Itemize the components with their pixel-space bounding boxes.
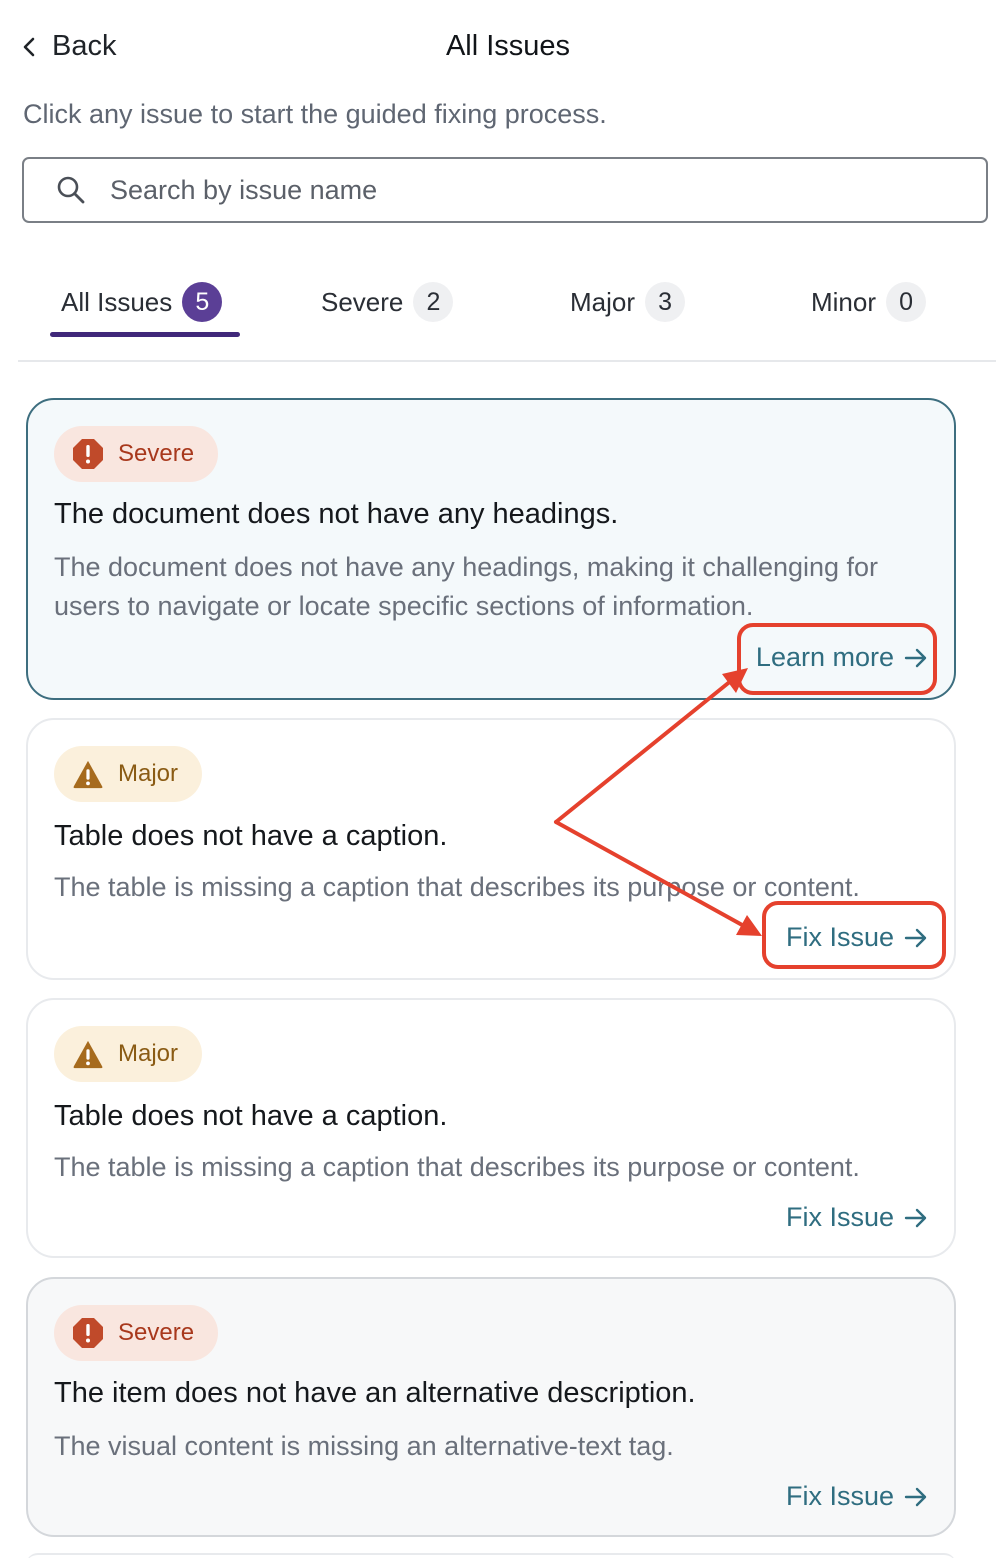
arrow-right-icon <box>904 928 927 947</box>
issue-title: Table does not have a caption. <box>54 820 448 852</box>
severity-badge-severe: Severe <box>54 1305 219 1361</box>
tab-label: All Issues <box>61 286 173 317</box>
tab-count-badge: 5 <box>182 282 223 322</box>
tab-all-issues[interactable]: All Issues 5 <box>61 282 223 322</box>
search-icon <box>56 175 86 205</box>
search-box <box>22 157 988 223</box>
next-issue-card-edge <box>26 1553 956 1558</box>
severity-badge-major: Major <box>54 1026 203 1082</box>
issue-description: The document does not have any headings,… <box>54 552 879 621</box>
triangle-warning-icon <box>72 758 104 790</box>
severity-tabs: All Issues 5 Severe 2 Major 3 Minor 0 <box>18 262 996 362</box>
arrow-right-icon <box>904 648 927 667</box>
link-label: Fix Issue <box>785 1202 894 1232</box>
octagon-alert-icon <box>72 438 104 470</box>
issue-card[interactable]: Major Table does not have a caption. The… <box>26 998 956 1258</box>
search-input[interactable] <box>108 173 986 207</box>
issue-description: The table is missing a caption that desc… <box>54 872 860 902</box>
severity-label: Severe <box>118 440 195 467</box>
severity-label: Major <box>118 1040 179 1067</box>
issue-card[interactable]: Major Table does not have a caption. The… <box>26 718 956 980</box>
fix-issue-link[interactable]: Fix Issue <box>786 1202 928 1233</box>
tab-major[interactable]: Major 3 <box>570 282 686 322</box>
link-label: Fix Issue <box>785 1481 894 1511</box>
tab-count-badge: 2 <box>413 282 454 322</box>
issue-description: The visual content is missing an alterna… <box>54 1431 674 1461</box>
severity-badge-major: Major <box>54 746 203 802</box>
severity-badge-severe: Severe <box>54 426 219 482</box>
issue-card[interactable]: Severe The item does not have an alterna… <box>26 1277 956 1537</box>
link-label: Fix Issue <box>785 922 894 952</box>
tab-count-badge: 3 <box>645 282 686 322</box>
active-tab-indicator <box>50 332 240 337</box>
fix-issue-link[interactable]: Fix Issue <box>786 1481 928 1512</box>
fix-issue-link[interactable]: Fix Issue <box>786 922 928 953</box>
issue-title: The document does not have any headings. <box>54 498 619 530</box>
learn-more-link[interactable]: Learn more <box>756 642 928 673</box>
triangle-warning-icon <box>72 1038 104 1070</box>
page-title: All Issues <box>445 30 571 62</box>
page-subtitle: Click any issue to start the guided fixi… <box>23 99 607 129</box>
link-label: Learn more <box>755 642 894 672</box>
issue-title: Table does not have a caption. <box>54 1100 448 1132</box>
severity-label: Major <box>118 760 179 787</box>
severity-label: Severe <box>118 1319 195 1346</box>
tab-severe[interactable]: Severe 2 <box>321 282 454 322</box>
tab-label: Severe <box>321 286 404 317</box>
issue-description: The table is missing a caption that desc… <box>54 1152 860 1182</box>
issue-card[interactable]: Severe The document does not have any he… <box>26 398 956 700</box>
tab-label: Major <box>570 286 636 317</box>
issue-title: The item does not have an alternative de… <box>54 1377 696 1409</box>
all-issues-panel: Back All Issues Click any issue to start… <box>0 0 996 1558</box>
tab-count-badge: 0 <box>886 282 927 322</box>
header: Back All Issues <box>0 0 996 100</box>
tab-minor[interactable]: Minor 0 <box>811 282 927 322</box>
arrow-right-icon <box>904 1208 927 1227</box>
octagon-alert-icon <box>72 1317 104 1349</box>
tab-label: Minor <box>811 286 877 317</box>
arrow-right-icon <box>904 1487 927 1506</box>
